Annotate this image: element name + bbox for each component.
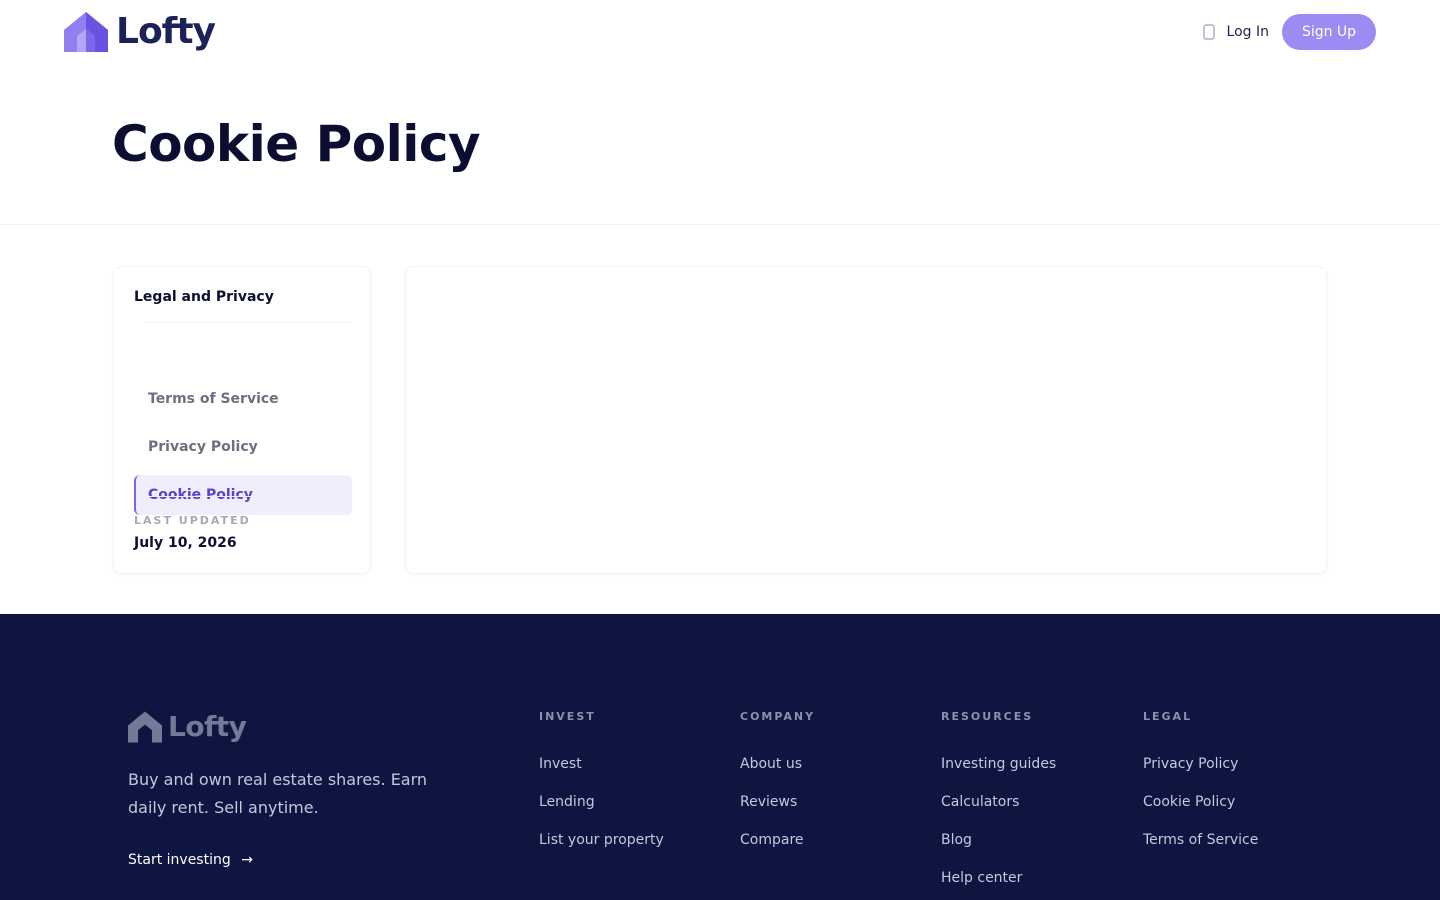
header-actions: Log In Sign Up [1201,14,1376,50]
footer-brand-name: Lofty [168,710,247,743]
footer-link-invest[interactable]: Invest [539,756,582,772]
start-investing-label: Start investing [128,852,231,868]
footer-column-title: LEGAL [1143,710,1193,723]
sidebar-item-privacy-policy[interactable]: Privacy Policy [134,427,352,467]
brand-logo[interactable]: Lofty [64,11,216,52]
site-footer: Lofty Buy and own real estate shares. Ea… [0,614,1440,900]
sidebar-item-terms-of-service[interactable]: Terms of Service [134,379,352,419]
footer-link-terms-of-service[interactable]: Terms of Service [1143,832,1258,848]
footer-column-title: RESOURCES [941,710,1034,723]
footer-brand-logo[interactable]: Lofty [128,710,247,743]
arrow-right-icon: → [241,852,253,868]
globe-icon[interactable] [1201,22,1217,42]
start-investing-link[interactable]: Start investing → [128,852,253,868]
policy-content-card [405,266,1327,574]
last-updated-date: July 10, 2026 [134,535,237,551]
footer-link-privacy-policy[interactable]: Privacy Policy [1143,756,1238,772]
sidebar-heading: Legal and Privacy [134,289,274,305]
footer-link-lending[interactable]: Lending [539,794,595,810]
legal-sidebar: Legal and Privacy Terms of Service Priva… [113,266,371,574]
sidebar-divider-bottom [144,496,352,497]
footer-link-investing-guides[interactable]: Investing guides [941,756,1056,772]
footer-column-title: INVEST [539,710,596,723]
footer-link-calculators[interactable]: Calculators [941,794,1019,810]
brand-name: Lofty [116,11,216,52]
footer-link-reviews[interactable]: Reviews [740,794,797,810]
sidebar-item-cookie-policy[interactable]: Cookie Policy [134,475,352,515]
footer-tagline: Buy and own real estate shares. Earn dai… [128,770,428,817]
last-updated-label: LAST UPDATED [134,514,251,527]
house-logo-icon [64,12,108,52]
footer-link-compare[interactable]: Compare [740,832,804,848]
footer-link-cookie-policy[interactable]: Cookie Policy [1143,794,1235,810]
footer-link-help-center[interactable]: Help center [941,870,1022,886]
footer-column-company: COMPANY About us Reviews Compare [740,710,816,848]
page-title: Cookie Policy [112,115,481,173]
footer-column-legal: LEGAL Privacy Policy Cookie Policy Terms… [1143,710,1258,848]
footer-link-blog[interactable]: Blog [941,832,972,848]
footer-house-logo-icon [128,711,162,742]
content-area: Legal and Privacy Terms of Service Priva… [0,226,1440,614]
site-header: Lofty Log In Sign Up [0,0,1440,64]
footer-link-about-us[interactable]: About us [740,756,802,772]
footer-link-list-your-property[interactable]: List your property [539,832,664,848]
sidebar-divider [144,322,352,323]
footer-column-resources: RESOURCES Investing guides Calculators B… [941,710,1056,886]
login-link[interactable]: Log In [1227,24,1269,40]
footer-column-title: COMPANY [740,710,816,723]
footer-column-invest: INVEST Invest Lending List your property [539,710,664,848]
signup-button[interactable]: Sign Up [1282,14,1376,50]
page-hero: Cookie Policy [0,64,1440,225]
